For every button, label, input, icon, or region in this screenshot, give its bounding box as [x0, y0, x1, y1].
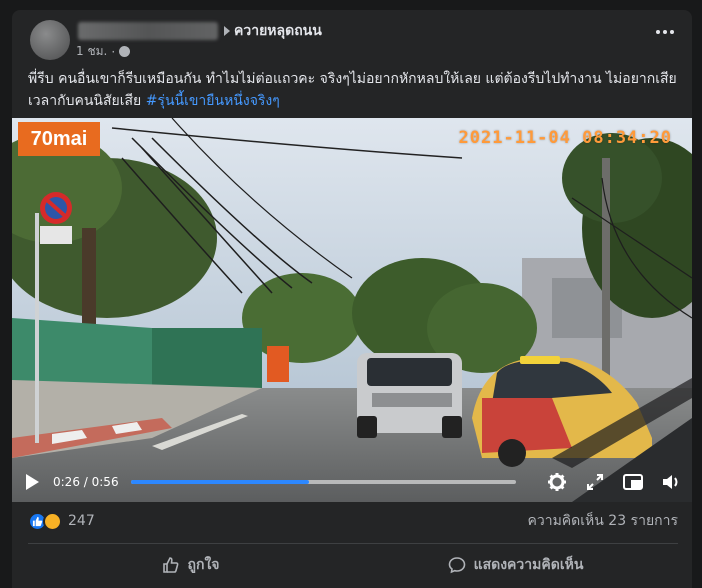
- dot-separator: ·: [111, 44, 116, 59]
- reaction-count: 247: [68, 513, 95, 529]
- expand-icon[interactable]: [584, 471, 606, 493]
- post-stats: 247 ความคิดเห็น 23 รายการ: [28, 508, 678, 534]
- current-time: 0:26: [53, 475, 80, 489]
- caret-right-icon: [224, 26, 230, 36]
- video-player[interactable]: 70mai 2021-11-04 08:34:20 0:26 / 0:56: [12, 118, 692, 502]
- comment-button[interactable]: แสดงความคิดเห็น: [353, 548, 678, 582]
- brand-logo: 70mai: [18, 122, 100, 156]
- post-card: ควายหลุดถนน 1 ชม. · พี่รีบ คนอื่นเขาก็รี…: [12, 10, 692, 588]
- thumbs-up-icon: [162, 557, 178, 573]
- video-timestamp: 2021-11-04 08:34:20: [458, 128, 672, 148]
- gear-icon[interactable]: [546, 471, 568, 493]
- divider: [28, 543, 678, 544]
- post-text: พี่รีบ คนอื่นเขาก็รีบเหมือนกัน ทำไมไม่ต่…: [28, 68, 678, 112]
- progress-bar[interactable]: [130, 480, 516, 484]
- like-label: ถูกใจ: [187, 557, 220, 573]
- more-dots-icon[interactable]: [656, 30, 674, 34]
- dashcam-scene: [12, 118, 692, 502]
- like-button[interactable]: ถูกใจ: [28, 548, 353, 582]
- duration: 0:56: [91, 475, 119, 489]
- comments-count-link[interactable]: ความคิดเห็น 23 รายการ: [527, 510, 678, 532]
- redacted-author-name[interactable]: [78, 22, 218, 40]
- video-controls: 0:26 / 0:56: [12, 462, 692, 502]
- time-separator: /: [79, 475, 92, 489]
- comment-label: แสดงความคิดเห็น: [473, 557, 584, 573]
- progress-fill: [130, 480, 310, 484]
- post-meta: 1 ชม. ·: [76, 42, 131, 61]
- volume-icon[interactable]: [660, 471, 682, 493]
- hashtag-link[interactable]: #รุ่นนี้เขายืนหนึ่งจริงๆ: [146, 93, 280, 109]
- post-header: ควายหลุดถนน: [78, 21, 322, 41]
- globe-icon: [119, 46, 131, 57]
- post-actions: ถูกใจ แสดงความคิดเห็น: [28, 548, 678, 582]
- group-name-link[interactable]: ควายหลุดถนน: [234, 20, 322, 42]
- avatar[interactable]: [30, 20, 70, 60]
- reactions-summary[interactable]: 247: [28, 511, 95, 531]
- picture-in-picture-icon[interactable]: [622, 471, 644, 493]
- post-body: พี่รีบ คนอื่นเขาก็รีบเหมือนกัน ทำไมไม่ต่…: [28, 71, 677, 109]
- haha-reaction-icon: [43, 511, 62, 531]
- playback-time: 0:26 / 0:56: [53, 475, 119, 489]
- play-icon[interactable]: [26, 474, 39, 490]
- post-time[interactable]: 1 ชม.: [76, 42, 107, 61]
- comment-icon: [448, 557, 465, 574]
